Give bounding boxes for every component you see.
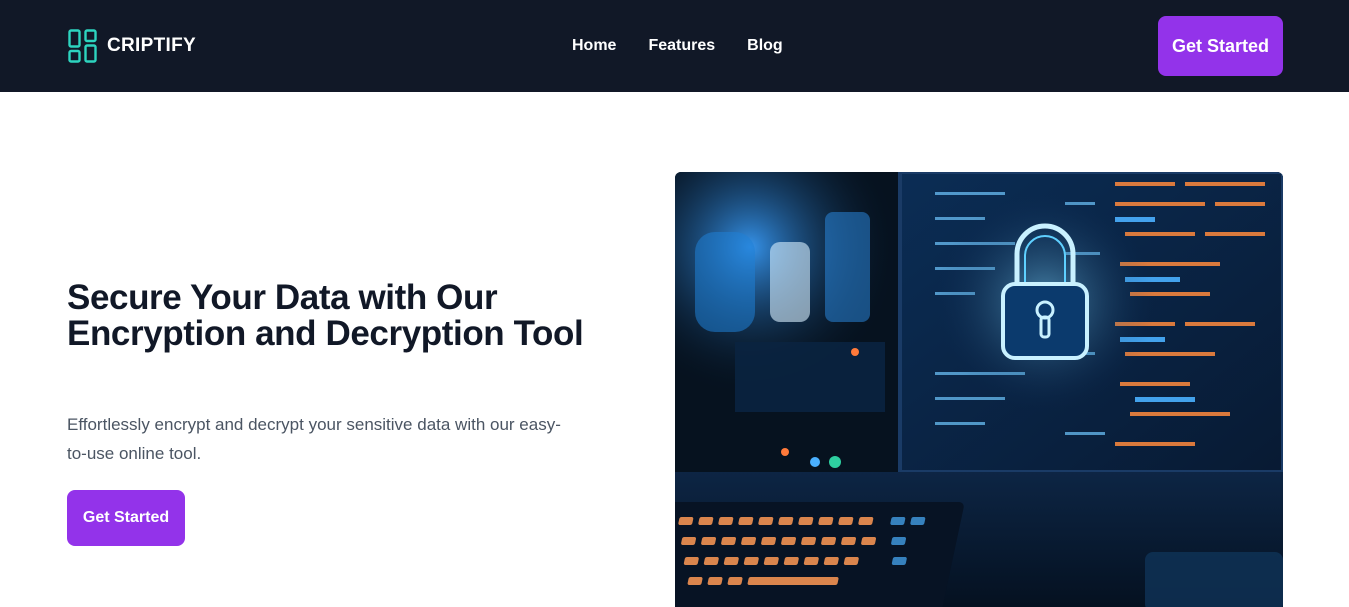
hero-image: [675, 172, 1283, 607]
nav-link-home[interactable]: Home: [572, 36, 616, 56]
hero-text-block: Secure Your Data with Our Encryption and…: [67, 280, 587, 352]
navbar: CRIPTIFY Home Features Blog Get Started: [0, 0, 1349, 92]
hero-subtitle: Effortlessly encrypt and decrypt your se…: [67, 415, 561, 463]
hero-title: Secure Your Data with Our Encryption and…: [67, 278, 584, 353]
hero-get-started-button[interactable]: Get Started: [67, 490, 185, 546]
nav-get-started-button[interactable]: Get Started: [1158, 16, 1283, 76]
nav-links: Home Features Blog: [572, 36, 783, 56]
brand-logo-link[interactable]: CRIPTIFY: [68, 29, 196, 63]
nav-link-features[interactable]: Features: [648, 36, 715, 56]
cybersecurity-padlock-monitor-image: [675, 172, 1283, 607]
nav-link-blog[interactable]: Blog: [747, 36, 783, 56]
layout-grid-icon: [68, 29, 97, 63]
brand-name: CRIPTIFY: [107, 35, 196, 56]
